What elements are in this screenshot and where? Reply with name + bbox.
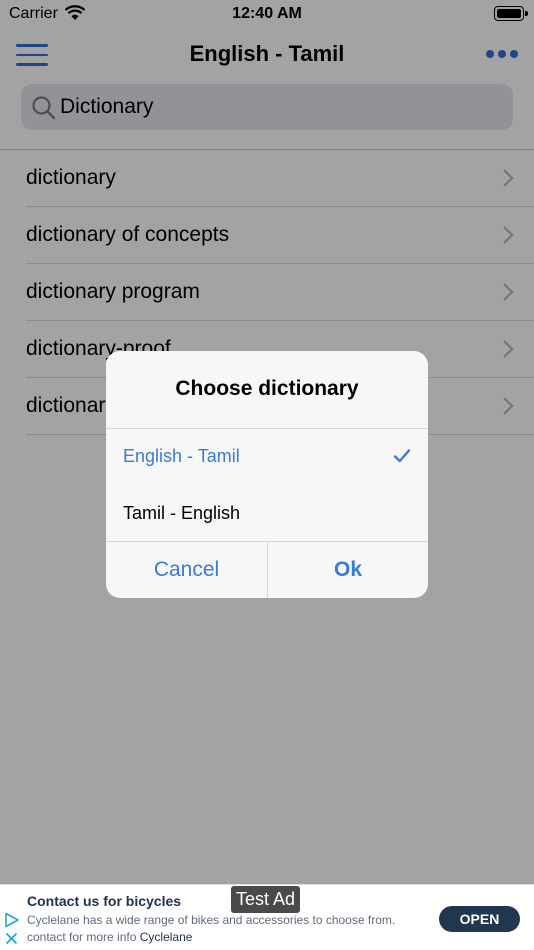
- ok-button[interactable]: Ok: [267, 542, 428, 598]
- option-tamil-english[interactable]: Tamil - English: [106, 486, 428, 543]
- ad-body-text: Cyclelane has a wide range of bikes and …: [27, 913, 396, 944]
- checkmark-icon: [393, 448, 411, 469]
- option-label: English - Tamil: [123, 446, 240, 466]
- dialog-title: Choose dictionary: [175, 377, 359, 400]
- ad-choices-icon[interactable]: [4, 912, 20, 933]
- ad-advertiser: Cyclelane: [139, 930, 193, 944]
- option-english-tamil[interactable]: English - Tamil: [106, 429, 428, 486]
- ad-body: Cyclelane has a wide range of bikes and …: [27, 912, 427, 946]
- choose-dictionary-dialog: Choose dictionary English - Tamil Tamil …: [106, 351, 428, 598]
- option-label: Tamil - English: [123, 503, 241, 523]
- cancel-button[interactable]: Cancel: [106, 542, 267, 598]
- test-ad-badge: Test Ad: [231, 886, 301, 913]
- ad-headline: Contact us for bicycles: [27, 893, 182, 909]
- close-icon[interactable]: [5, 932, 18, 950]
- ad-open-button[interactable]: OPEN: [439, 906, 520, 932]
